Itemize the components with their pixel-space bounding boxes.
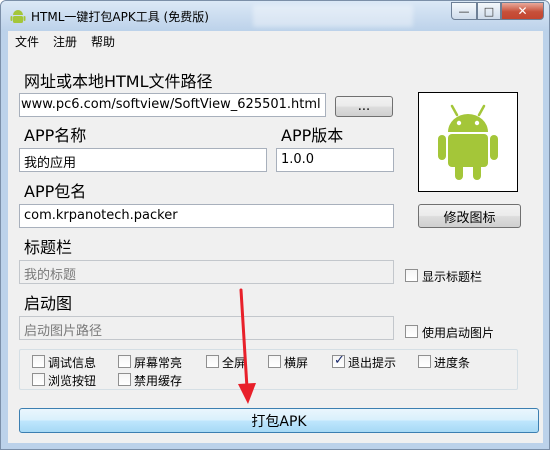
maximize-button[interactable]: □ <box>477 2 501 20</box>
option-disable-cache-checkbox[interactable] <box>118 373 131 386</box>
menu-file[interactable]: 文件 <box>8 33 46 50</box>
close-icon: ✕ <box>517 4 528 18</box>
url-input[interactable]: www.pc6.com/softview/SoftView_625501.htm… <box>19 93 326 117</box>
option-keep-screen-on-checkbox[interactable] <box>118 355 131 368</box>
package-label: APP包名 <box>24 182 87 201</box>
browse-button[interactable]: ... <box>335 96 393 117</box>
splash-label: 启动图 <box>24 294 73 313</box>
option-disable-cache-label: 禁用缓存 <box>134 374 183 388</box>
show-titlebar-checkbox[interactable] <box>405 269 418 282</box>
option-browse-button-checkbox[interactable] <box>32 373 45 386</box>
option-landscape-label: 横屏 <box>284 356 309 370</box>
app-version-label: APP版本 <box>281 126 344 145</box>
app-version-input[interactable]: 1.0.0 <box>276 148 394 172</box>
pack-apk-button[interactable]: 打包APK <box>19 408 539 433</box>
main-panel: 网址或本地HTML文件路径 www.pc6.com/softview/SoftV… <box>8 52 543 443</box>
android-robot-icon <box>438 104 498 180</box>
package-input[interactable]: com.krpanotech.packer <box>19 204 394 228</box>
option-keep-screen-on-label: 屏幕常亮 <box>134 356 183 370</box>
option-exit-prompt-label: 退出提示 <box>348 356 397 370</box>
splash-input[interactable]: 启动图片路径 <box>19 316 394 340</box>
titlebar-input[interactable]: 我的标题 <box>19 260 394 284</box>
app-window: HTML一键打包APK工具 (免费版) — □ ✕ 文件 注册 帮助 网址或本地… <box>0 0 550 450</box>
use-splash-checkbox[interactable] <box>405 325 418 338</box>
titlebar-label: 标题栏 <box>24 238 73 257</box>
android-icon <box>10 10 26 23</box>
option-browse-button-label: 浏览按钮 <box>48 374 97 388</box>
option-debug-label: 调试信息 <box>48 356 97 370</box>
close-button[interactable]: ✕ <box>501 2 544 20</box>
option-debug-checkbox[interactable] <box>32 355 45 368</box>
option-fullscreen-checkbox[interactable] <box>206 355 219 368</box>
show-titlebar-label: 显示标题栏 <box>422 270 483 284</box>
window-title: HTML一键打包APK工具 (免费版) <box>31 10 209 24</box>
option-progress-bar-label: 进度条 <box>434 356 471 370</box>
option-exit-prompt-checkbox[interactable] <box>332 353 345 368</box>
minimize-button[interactable]: — <box>451 2 477 20</box>
menu-bar: 文件 注册 帮助 <box>8 31 543 52</box>
option-fullscreen-label: 全屏 <box>222 356 247 370</box>
options-group: 调试信息 屏幕常亮 全屏 横屏 退出提示 进度条 浏览按钮 禁用缓存 <box>19 349 518 390</box>
title-bar: HTML一键打包APK工具 (免费版) — □ ✕ <box>1 1 549 31</box>
app-icon-preview <box>418 92 518 192</box>
app-name-label: APP名称 <box>24 126 87 145</box>
option-landscape-checkbox[interactable] <box>268 355 281 368</box>
maximize-icon: □ <box>483 4 495 18</box>
change-icon-button[interactable]: 修改图标 <box>418 204 521 228</box>
menu-help[interactable]: 帮助 <box>84 33 122 50</box>
pack-apk-button-label: 打包APK <box>251 413 307 430</box>
app-name-input[interactable]: 我的应用 <box>19 148 267 172</box>
title-bar-glass <box>253 5 413 27</box>
change-icon-button-label: 修改图标 <box>443 210 496 226</box>
menu-register[interactable]: 注册 <box>46 33 84 50</box>
option-progress-bar-checkbox[interactable] <box>418 355 431 368</box>
minimize-icon: — <box>458 4 470 18</box>
browse-button-label: ... <box>357 99 371 114</box>
use-splash-label: 使用启动图片 <box>422 326 495 340</box>
url-label: 网址或本地HTML文件路径 <box>24 72 213 91</box>
